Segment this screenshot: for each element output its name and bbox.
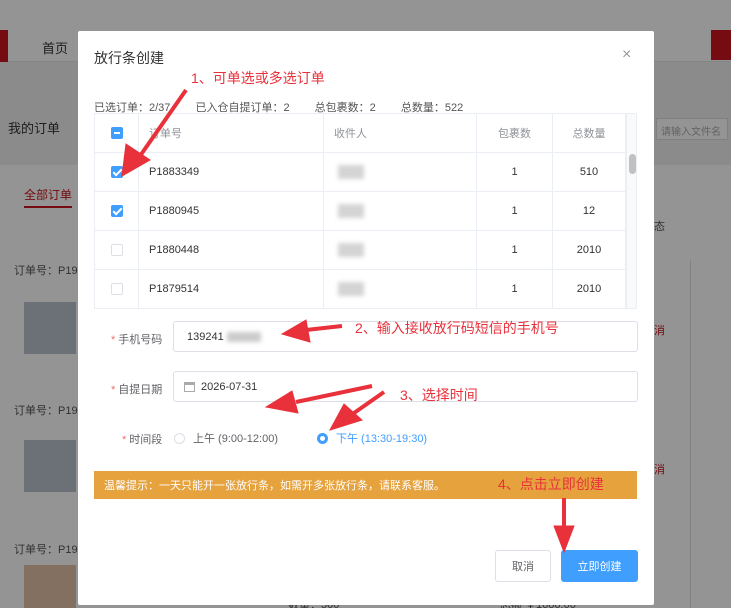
arrow-step3a	[295, 384, 373, 404]
arrow-step1	[138, 88, 188, 158]
annotation-arrows	[121, 88, 575, 554]
annotation-step1: 1、可单选或多选订单	[191, 70, 325, 86]
arrowhead-step2	[280, 319, 311, 343]
arrowhead-step3a	[264, 390, 299, 414]
arrow-step2	[305, 324, 343, 332]
arrowhead-step3b	[328, 403, 363, 431]
arrow-step3b	[352, 390, 386, 415]
arrowhead-step4	[553, 525, 575, 554]
annotation-step4: 4、点击立即创建	[498, 476, 604, 492]
annotation-step3: 3、选择时间	[400, 387, 478, 403]
annotation-step2: 2、输入接收放行码短信的手机号	[355, 320, 559, 336]
